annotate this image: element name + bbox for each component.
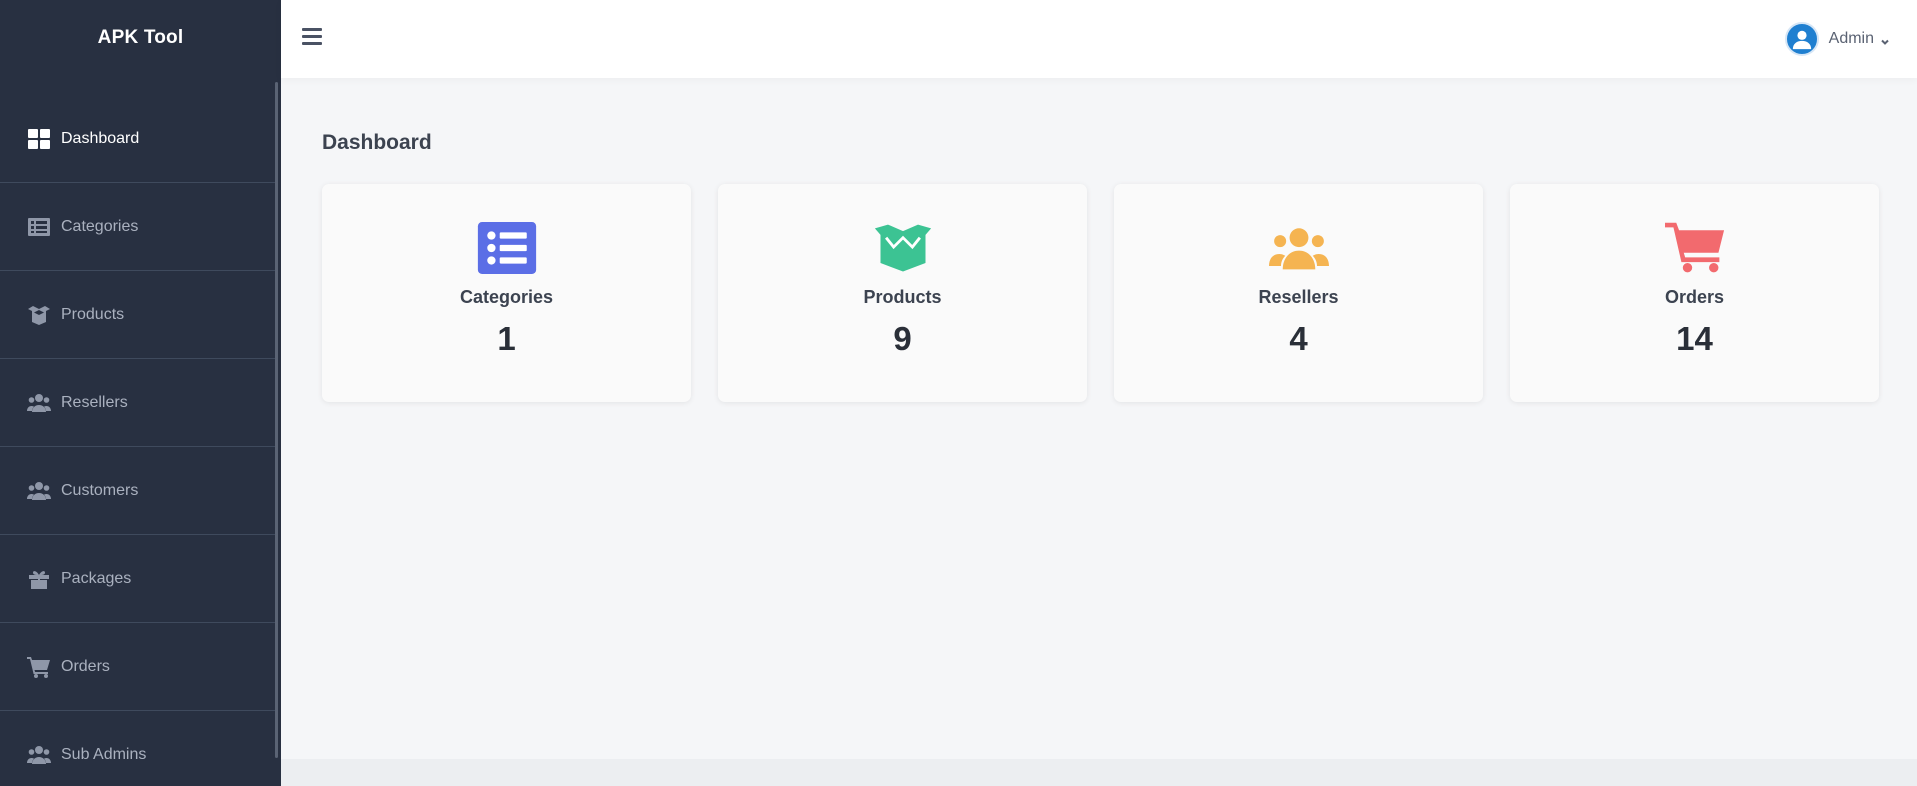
stat-card-resellers[interactable]: Resellers 4 bbox=[1114, 184, 1483, 402]
user-icon bbox=[1792, 30, 1811, 50]
chevron-down-icon bbox=[1880, 34, 1890, 45]
menu-toggle-icon[interactable] bbox=[302, 28, 322, 48]
cart-icon bbox=[27, 655, 51, 679]
page-title: Dashboard bbox=[322, 131, 432, 154]
sidebar-item-packages[interactable]: Packages bbox=[0, 535, 275, 623]
users-icon bbox=[27, 743, 51, 767]
card-label: Products bbox=[863, 287, 942, 307]
sidebar-item-dashboard[interactable]: Dashboard bbox=[0, 95, 275, 183]
list-icon bbox=[27, 215, 51, 239]
avatar bbox=[1784, 22, 1819, 56]
stats-cards: Categories 1 Products 9 Resellers 4 Orde… bbox=[322, 184, 1879, 402]
users-icon bbox=[27, 391, 51, 415]
sidebar-item-products[interactable]: Products bbox=[0, 271, 275, 359]
card-label: Categories bbox=[459, 287, 554, 307]
sidebar-item-label: Sub Admins bbox=[61, 746, 147, 763]
sidebar-item-customers[interactable]: Customers bbox=[0, 447, 275, 535]
gift-icon bbox=[27, 567, 51, 591]
users-icon bbox=[1268, 223, 1329, 273]
app-title: APK Tool bbox=[97, 27, 184, 48]
sidebar-item-sub-admins[interactable]: Sub Admins bbox=[0, 711, 275, 786]
top-bar: Admin bbox=[281, 0, 1917, 78]
sidebar: APK Tool Dashboard Categories Products R… bbox=[0, 0, 281, 786]
sidebar-item-label: Categories bbox=[61, 217, 139, 235]
stat-card-categories[interactable]: Categories 1 bbox=[322, 184, 691, 402]
sidebar-item-categories[interactable]: Categories bbox=[0, 183, 275, 271]
card-label: Orders bbox=[1664, 287, 1725, 307]
box-icon bbox=[873, 223, 933, 273]
sidebar-item-label: Orders bbox=[61, 657, 110, 675]
user-name: Admin bbox=[1828, 30, 1874, 47]
cart-icon bbox=[1664, 222, 1725, 273]
sidebar-item-resellers[interactable]: Resellers bbox=[0, 359, 275, 447]
card-value: 14 bbox=[1676, 320, 1713, 357]
sidebar-item-label: Resellers bbox=[61, 393, 128, 411]
sidebar-item-orders[interactable]: Orders bbox=[0, 623, 275, 711]
stat-card-orders[interactable]: Orders 14 bbox=[1510, 184, 1879, 402]
card-value: 9 bbox=[893, 320, 912, 357]
grid-icon bbox=[27, 127, 51, 151]
box-icon bbox=[27, 303, 51, 327]
sidebar-scrollbar[interactable] bbox=[275, 82, 278, 758]
sidebar-item-label: Packages bbox=[61, 569, 132, 587]
card-value: 4 bbox=[1289, 320, 1308, 357]
users-icon bbox=[27, 479, 51, 503]
sidebar-item-label: Customers bbox=[61, 481, 139, 499]
card-value: 1 bbox=[497, 320, 516, 357]
card-label: Resellers bbox=[1258, 287, 1339, 307]
sidebar-item-label: Products bbox=[61, 305, 125, 323]
footer bbox=[281, 759, 1917, 786]
sidebar-nav: Dashboard Categories Products Resellers … bbox=[0, 95, 275, 786]
list-icon bbox=[477, 222, 537, 274]
sidebar-item-label: Dashboard bbox=[61, 129, 140, 147]
stat-card-products[interactable]: Products 9 bbox=[718, 184, 1087, 402]
user-menu[interactable]: Admin bbox=[1784, 22, 1890, 56]
